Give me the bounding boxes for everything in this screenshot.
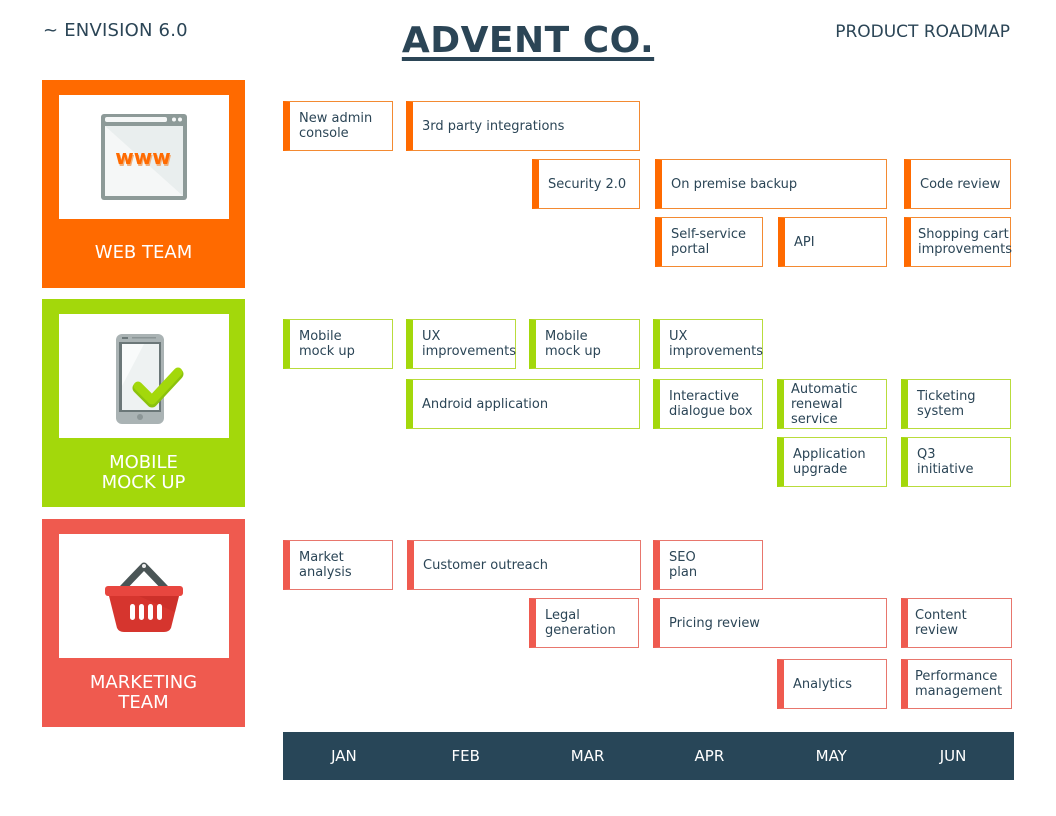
- month-label-feb: FEB: [451, 747, 480, 765]
- team-card-mobile: MOBILE MOCK UP: [42, 299, 245, 507]
- task-card[interactable]: Android application: [406, 379, 640, 429]
- team-label: MOBILE MOCK UP: [101, 452, 186, 493]
- task-card[interactable]: Market analysis: [283, 540, 393, 590]
- shopping-basket-icon: [105, 562, 183, 632]
- month-label-jun: JUN: [939, 747, 967, 765]
- task-card[interactable]: Automatic renewal service: [777, 379, 887, 429]
- team-card-marketing: MARKETING TEAM: [42, 519, 245, 727]
- team-icon-box: [59, 314, 229, 438]
- task-card[interactable]: Interactive dialogue box: [653, 379, 763, 429]
- team-card-web: www www WEB TEAM: [42, 80, 245, 288]
- task-card[interactable]: Performance management: [901, 659, 1012, 709]
- task-card[interactable]: Ticketing system: [901, 379, 1011, 429]
- task-card[interactable]: Mobile mock up: [283, 319, 393, 369]
- month-timeline: JAN FEB MAR APR MAY JUN: [283, 732, 1014, 780]
- task-card[interactable]: SEO plan: [653, 540, 763, 590]
- month-label-jan: JAN: [331, 747, 357, 765]
- task-card[interactable]: Q3 initiative: [901, 437, 1011, 487]
- month-label-may: MAY: [815, 747, 847, 765]
- task-card[interactable]: Shopping cart improvements: [904, 217, 1012, 267]
- svg-text:www: www: [115, 145, 170, 169]
- task-card[interactable]: API: [778, 217, 887, 267]
- task-card[interactable]: On premise backup: [655, 159, 887, 209]
- task-card[interactable]: Self-service portal: [655, 217, 763, 267]
- task-card[interactable]: Mobile mock up: [529, 319, 640, 369]
- team-label: MARKETING TEAM: [89, 672, 198, 713]
- task-card[interactable]: UX improvements: [653, 319, 763, 369]
- task-card[interactable]: Customer outreach: [407, 540, 641, 590]
- team-icon-box: www www: [59, 95, 229, 219]
- task-card[interactable]: Code review: [904, 159, 1011, 209]
- month-label-mar: MAR: [570, 747, 605, 765]
- task-card[interactable]: Application upgrade: [777, 437, 887, 487]
- smartphone-check-icon: [116, 334, 184, 424]
- task-card[interactable]: Pricing review: [653, 598, 887, 648]
- task-card[interactable]: Analytics: [777, 659, 887, 709]
- task-card[interactable]: Security 2.0: [532, 159, 640, 209]
- company-name: ADVENT CO.: [401, 20, 655, 61]
- task-card[interactable]: 3rd party integrations: [406, 101, 640, 151]
- task-card[interactable]: New admin console: [283, 101, 393, 151]
- task-card[interactable]: Content review: [901, 598, 1012, 648]
- task-card[interactable]: Legal generation: [529, 598, 639, 648]
- team-label: WEB TEAM: [94, 242, 193, 263]
- team-icon-box: [59, 534, 229, 658]
- month-label-apr: APR: [694, 747, 725, 765]
- task-card[interactable]: UX improvements: [406, 319, 516, 369]
- document-subtitle: PRODUCT ROADMAP: [835, 22, 1010, 42]
- browser-www-icon: www www: [101, 114, 187, 200]
